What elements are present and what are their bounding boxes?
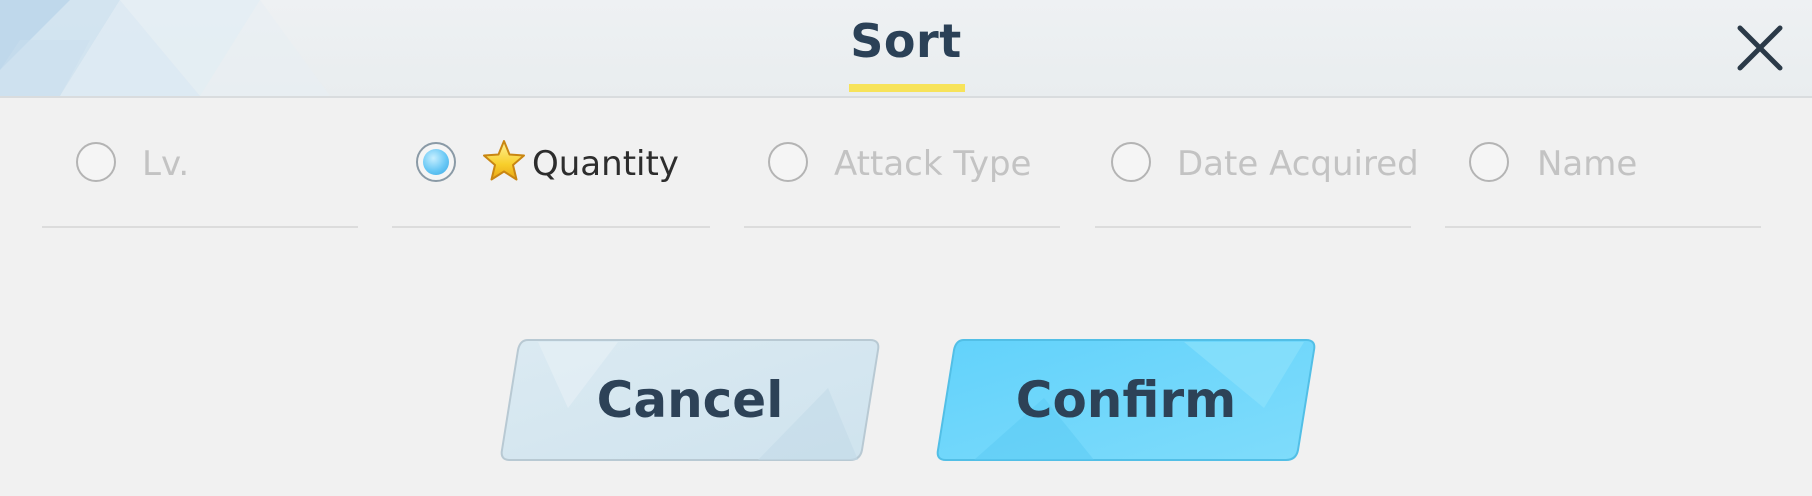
- sort-dialog: Sort Lv. Quantity Attack Type Date Acqui…: [0, 0, 1812, 496]
- radio-button[interactable]: [768, 142, 808, 182]
- star-icon: [483, 140, 525, 181]
- sort-option-date-acquired[interactable]: Date Acquired: [1095, 120, 1419, 228]
- sort-option-label: Quantity: [532, 144, 679, 184]
- close-button[interactable]: [1732, 20, 1788, 76]
- title-underline: [849, 84, 965, 92]
- radio-button[interactable]: [76, 142, 116, 182]
- sort-option-attack-type[interactable]: Attack Type: [744, 120, 1060, 228]
- sort-option-quantity[interactable]: Quantity: [392, 120, 710, 228]
- confirm-button[interactable]: Confirm: [934, 338, 1318, 462]
- confirm-button-label: Confirm: [1015, 371, 1237, 429]
- cancel-button[interactable]: Cancel: [498, 338, 882, 462]
- radio-button-selected[interactable]: [416, 142, 456, 182]
- sort-option-label: Date Acquired: [1177, 144, 1419, 184]
- close-icon: [1737, 25, 1783, 71]
- sort-option-level[interactable]: Lv.: [42, 120, 358, 228]
- sort-option-label: Name: [1537, 144, 1638, 184]
- dialog-header: Sort: [0, 0, 1812, 98]
- cancel-button-label: Cancel: [596, 371, 784, 429]
- radio-button[interactable]: [1111, 142, 1151, 182]
- sort-option-label: Lv.: [142, 144, 190, 184]
- radio-button[interactable]: [1469, 142, 1509, 182]
- sort-option-name[interactable]: Name: [1445, 120, 1761, 228]
- dialog-title: Sort: [850, 14, 962, 68]
- sort-option-label: Attack Type: [834, 144, 1032, 184]
